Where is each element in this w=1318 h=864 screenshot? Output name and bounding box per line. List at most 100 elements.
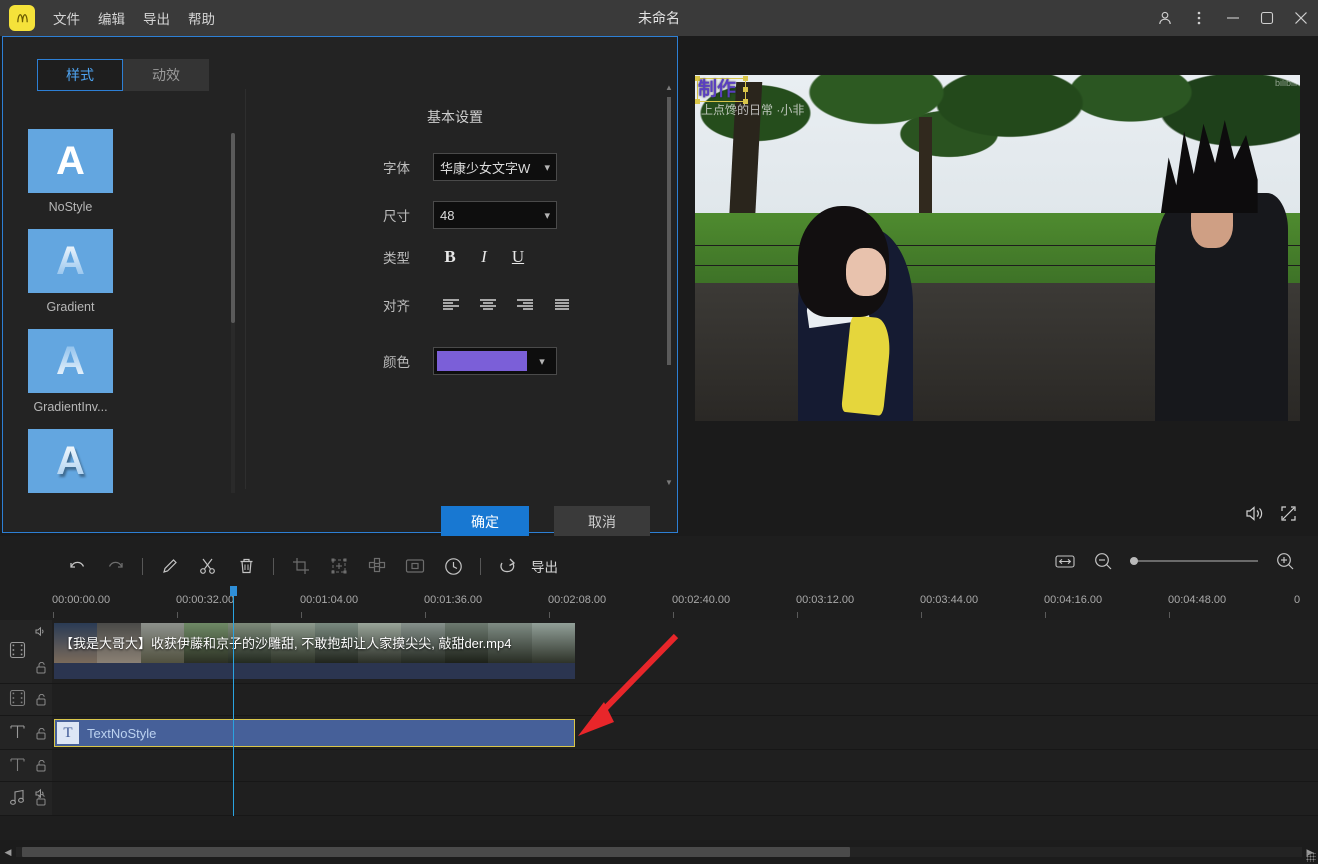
preview-panel: bilibili 上点馋的日常 ·小非 制作 bbox=[680, 36, 1318, 533]
menu-file[interactable]: 文件 bbox=[53, 8, 80, 28]
track-video-2[interactable] bbox=[0, 684, 1318, 716]
redo-icon[interactable] bbox=[96, 549, 134, 583]
tab-motion[interactable]: 动效 bbox=[123, 59, 209, 91]
style-item-gradientinv[interactable]: A GradientInv... bbox=[28, 329, 113, 414]
pip-icon[interactable] bbox=[396, 549, 434, 583]
unlock-icon[interactable] bbox=[36, 662, 46, 677]
minimize-icon[interactable] bbox=[1216, 0, 1250, 36]
scrollbar-track[interactable] bbox=[16, 847, 1302, 857]
zoom-out-icon[interactable] bbox=[1084, 544, 1122, 578]
tab-style[interactable]: 样式 bbox=[37, 59, 123, 91]
scissors-icon[interactable] bbox=[189, 549, 227, 583]
maximize-icon[interactable] bbox=[1250, 0, 1284, 36]
close-icon[interactable] bbox=[1284, 0, 1318, 36]
color-picker[interactable]: ▾ bbox=[433, 347, 557, 375]
arrow-left-icon[interactable]: ◀ bbox=[0, 847, 16, 858]
export-button[interactable]: 导出 bbox=[531, 556, 558, 576]
unlock-icon[interactable] bbox=[36, 728, 46, 743]
menu-edit[interactable]: 编辑 bbox=[98, 8, 125, 28]
cancel-button[interactable]: 取消 bbox=[554, 506, 650, 538]
track-header[interactable] bbox=[0, 782, 52, 815]
zoom-in-icon[interactable] bbox=[1266, 544, 1304, 578]
resize-handle-mr[interactable] bbox=[743, 87, 748, 92]
text-t-icon: T bbox=[57, 722, 79, 744]
video-preview[interactable]: bilibili 上点馋的日常 ·小非 制作 bbox=[695, 75, 1300, 421]
resize-grip-icon[interactable] bbox=[1306, 852, 1316, 862]
font-select[interactable]: 华康少女文字W ▾ bbox=[433, 153, 557, 181]
unlock-icon[interactable] bbox=[36, 794, 46, 809]
dialog-scrollbar[interactable]: ▲ ▼ bbox=[665, 83, 672, 487]
align-left-icon[interactable] bbox=[433, 298, 470, 312]
text-t-icon bbox=[9, 723, 26, 743]
scrollbar-thumb[interactable] bbox=[231, 133, 235, 323]
playhead-handle[interactable] bbox=[230, 586, 237, 596]
more-vertical-icon[interactable] bbox=[1182, 0, 1216, 36]
bold-button[interactable]: B bbox=[433, 247, 467, 267]
align-center-icon[interactable] bbox=[470, 298, 507, 312]
track-body[interactable] bbox=[52, 684, 1318, 715]
menu-export[interactable]: 导出 bbox=[143, 8, 170, 28]
track-body[interactable] bbox=[52, 750, 1318, 781]
track-header[interactable] bbox=[0, 716, 52, 749]
account-icon[interactable] bbox=[1148, 0, 1182, 36]
unlock-icon[interactable] bbox=[36, 694, 46, 709]
style-list-scrollbar[interactable] bbox=[231, 133, 235, 493]
track-text-2[interactable] bbox=[0, 750, 1318, 782]
confirm-button[interactable]: 确定 bbox=[441, 506, 529, 538]
volume-icon[interactable] bbox=[35, 625, 46, 640]
style-item-gradient[interactable]: A Gradient bbox=[28, 229, 113, 314]
scroll-down-arrow-icon[interactable]: ▼ bbox=[665, 478, 672, 487]
track-header[interactable] bbox=[0, 684, 52, 715]
style-item-gradientshadow[interactable]: A GradientSh... bbox=[28, 429, 113, 497]
timeline-ruler[interactable]: 00:00:00.00 00:00:32.00 00:01:04.00 00:0… bbox=[0, 594, 1318, 618]
track-text-1[interactable]: T TextNoStyle bbox=[0, 716, 1318, 750]
scrollbar-thumb[interactable] bbox=[667, 97, 671, 365]
font-value: 华康少女文字W bbox=[440, 158, 540, 177]
track-body[interactable] bbox=[52, 782, 1318, 815]
undo-icon[interactable] bbox=[58, 549, 96, 583]
align-right-icon[interactable] bbox=[507, 298, 544, 312]
underline-button[interactable]: U bbox=[501, 247, 535, 267]
fullscreen-icon[interactable] bbox=[1272, 498, 1304, 528]
track-header[interactable] bbox=[0, 620, 52, 683]
size-select[interactable]: 48 ▾ bbox=[433, 201, 557, 229]
timeline-zoom-slider[interactable] bbox=[1130, 560, 1258, 562]
speed-clock-icon[interactable] bbox=[434, 549, 472, 583]
align-justify-icon[interactable] bbox=[544, 298, 581, 312]
timeline-horizontal-scrollbar[interactable]: ◀ ▶ bbox=[0, 840, 1318, 864]
track-header[interactable] bbox=[0, 750, 52, 781]
italic-button[interactable]: I bbox=[467, 247, 501, 267]
zoom-slider-knob[interactable] bbox=[1130, 557, 1138, 565]
share-export-icon[interactable] bbox=[489, 549, 527, 583]
size-value: 48 bbox=[440, 208, 540, 223]
track-body[interactable]: 【我是大哥大】收获伊藤和京子的沙雕甜, 不敢抱却让人家摸尖尖, 敲甜der.mp… bbox=[52, 620, 1318, 683]
ruler-tick: 00:02:40.00 bbox=[672, 594, 730, 606]
track-video-1[interactable]: 【我是大哥大】收获伊藤和京子的沙雕甜, 不敢抱却让人家摸尖尖, 敲甜der.mp… bbox=[0, 620, 1318, 684]
resize-handle-tr[interactable] bbox=[743, 76, 748, 81]
scrollbar-thumb[interactable] bbox=[22, 847, 850, 857]
trash-icon[interactable] bbox=[227, 549, 265, 583]
style-item-nostyle[interactable]: A NoStyle bbox=[28, 129, 113, 214]
ruler-tick: 00:04:48.00 bbox=[1168, 594, 1226, 606]
resize-handle-br[interactable] bbox=[743, 99, 748, 104]
track-body[interactable]: T TextNoStyle bbox=[52, 716, 1318, 749]
menu-help[interactable]: 帮助 bbox=[188, 8, 215, 28]
text-clip[interactable]: T TextNoStyle bbox=[54, 719, 575, 747]
type-label: 类型 bbox=[383, 247, 433, 267]
transform-icon[interactable] bbox=[320, 549, 358, 583]
crop-icon[interactable] bbox=[282, 549, 320, 583]
style-list[interactable]: A NoStyle A Gradient A GradientInv... A … bbox=[17, 129, 229, 497]
app-logo-icon bbox=[9, 5, 35, 31]
fit-to-window-icon[interactable] bbox=[1046, 544, 1084, 578]
edit-pencil-icon[interactable] bbox=[151, 549, 189, 583]
scroll-up-arrow-icon[interactable]: ▲ bbox=[665, 83, 672, 92]
playhead[interactable] bbox=[233, 594, 234, 816]
mosaic-icon[interactable] bbox=[358, 549, 396, 583]
unlock-icon[interactable] bbox=[36, 760, 46, 775]
align-row: 对齐 bbox=[383, 295, 581, 315]
font-row: 字体 华康少女文字W ▾ bbox=[383, 153, 557, 181]
dialog-divider bbox=[245, 89, 246, 489]
volume-icon[interactable] bbox=[1238, 498, 1270, 528]
track-audio-1[interactable] bbox=[0, 782, 1318, 816]
video-clip[interactable]: 【我是大哥大】收获伊藤和京子的沙雕甜, 不敢抱却让人家摸尖尖, 敲甜der.mp… bbox=[54, 623, 575, 679]
